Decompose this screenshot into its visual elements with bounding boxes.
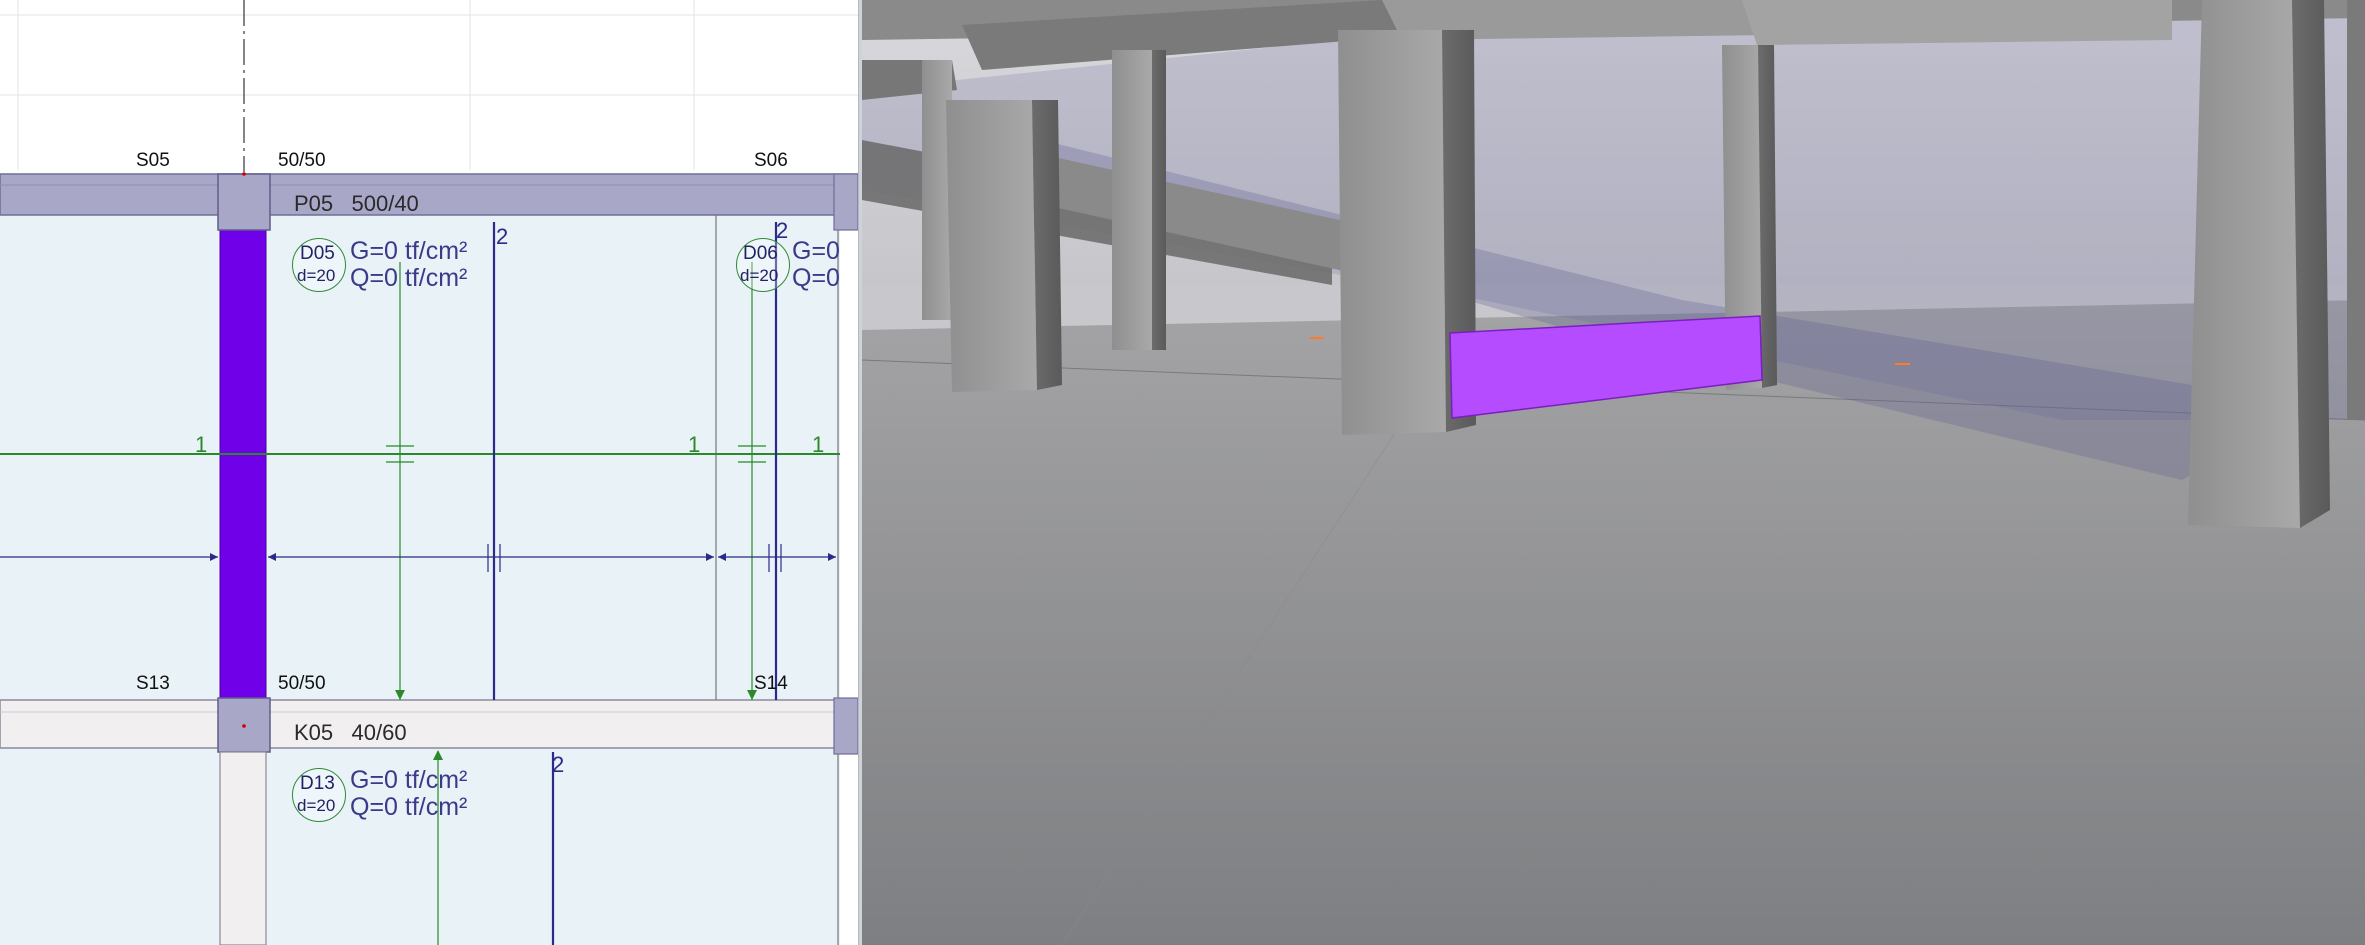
slab-id-d05: D05	[300, 243, 335, 264]
slab-id-d13: D13	[300, 773, 335, 794]
slab-span-d05: 2	[496, 224, 509, 249]
beam-k05[interactable]	[0, 699, 858, 749]
slab-span-d06: 2	[776, 218, 789, 243]
slab-qload-d05: Q=0 tf/cm²	[350, 264, 468, 292]
slab-span-d13: 2	[552, 752, 565, 777]
column-label-s14: S14	[754, 673, 788, 694]
slab-gload-d05: G=0 tf/cm²	[350, 237, 468, 265]
column-selected[interactable]	[219, 229, 267, 701]
column-s05[interactable]	[217, 173, 271, 231]
axis-label-1-left: 1	[195, 432, 208, 457]
column-label-s13: S13	[136, 673, 170, 694]
3d-column-center	[1338, 30, 1446, 435]
column-label-s05: S05	[136, 150, 170, 171]
slab-thickness-d13: d=20	[297, 796, 336, 815]
plan-view[interactable]: S05 50/50 S06 S13 50/50 S14 P05 500/40 K…	[0, 0, 858, 945]
beam-label-p05: P05 500/40	[294, 191, 419, 216]
slab-qload-d06: Q=0	[792, 264, 840, 292]
column-label-s06: S06	[754, 150, 788, 171]
3d-view[interactable]	[862, 0, 2365, 945]
column-s14-stub[interactable]	[833, 697, 858, 755]
column-s06-stub[interactable]	[833, 173, 858, 231]
beam-p05[interactable]	[0, 173, 858, 216]
axis-label-1-right: 1	[812, 432, 825, 457]
slab-gload-d13: G=0 tf/cm²	[350, 766, 468, 794]
slab-gload-d06: G=0	[792, 237, 840, 265]
app-root: S05 50/50 S06 S13 50/50 S14 P05 500/40 K…	[0, 0, 2365, 945]
slab-id-d06: D06	[743, 243, 778, 264]
axis-label-1-mid: 1	[688, 432, 701, 457]
slab-qload-d13: Q=0 tf/cm²	[350, 793, 468, 821]
column-size-s05: 50/50	[278, 150, 326, 171]
slab-thickness-d06: d=20	[740, 266, 779, 285]
slab-thickness-d05: d=20	[297, 266, 336, 285]
beam-label-k05: K05 40/60	[294, 720, 407, 745]
3d-scene	[862, 0, 2365, 945]
column-s13-lower[interactable]	[219, 751, 267, 945]
column-size-s13: 50/50	[278, 673, 326, 694]
